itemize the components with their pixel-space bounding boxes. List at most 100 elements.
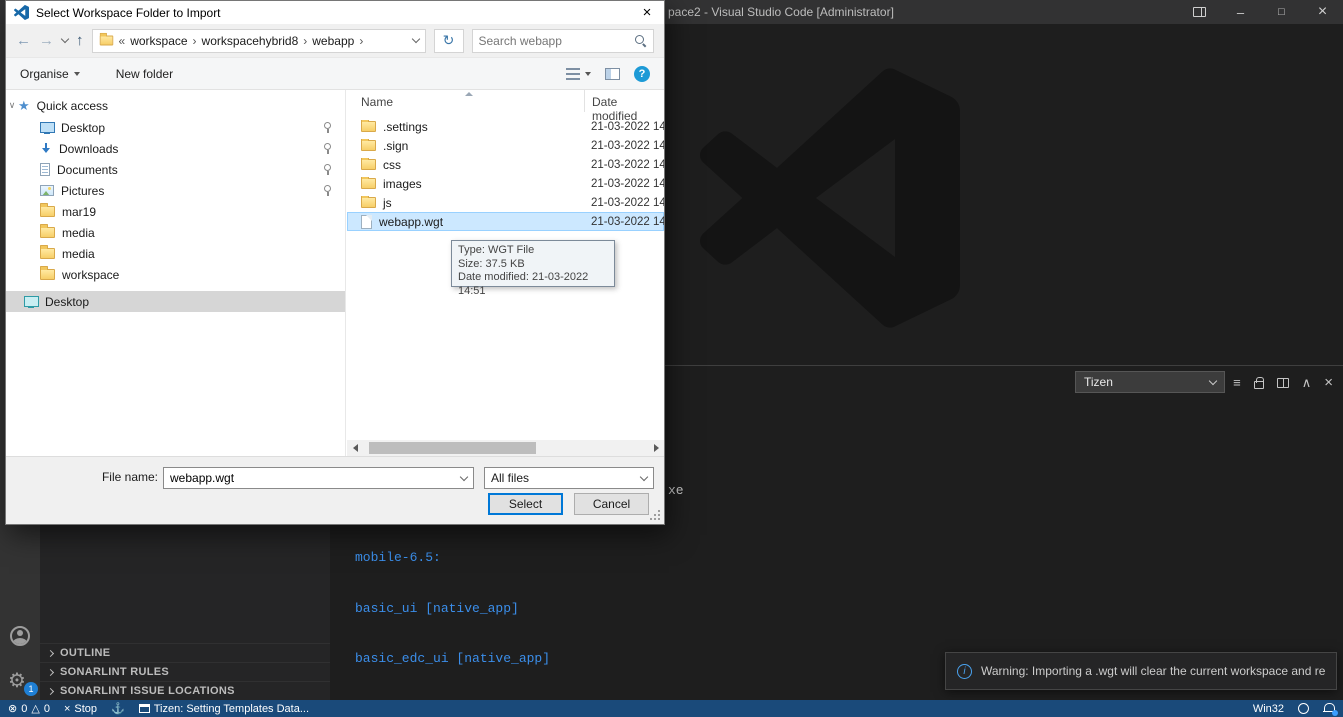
tree-item-workspace[interactable]: workspace [6,264,345,285]
tree-item-desktop-root[interactable]: Desktop [6,291,345,312]
tree-item-label: mar19 [62,205,96,219]
recent-locations-dropdown-icon[interactable] [61,35,69,43]
output-filter-icon[interactable]: ≡ [1233,375,1241,390]
back-button[interactable]: ← [16,33,31,48]
tree-item-media[interactable]: media [6,222,345,243]
notification-toast[interactable]: i Warning: Importing a .wgt will clear t… [945,652,1337,690]
file-date: 21-03-2022 14:51 [591,178,664,190]
breadcrumb-separator[interactable]: › [359,34,363,48]
tree-item-downloads[interactable]: Downloads [6,138,345,159]
maximize-button[interactable]: □ [1261,0,1302,24]
folder-icon [361,197,376,208]
breadcrumb-separator[interactable]: › [193,34,197,48]
platform-indicator[interactable]: Win32 [1253,703,1284,715]
select-button[interactable]: Select [488,493,563,515]
tree-item-desktop[interactable]: Desktop [6,117,345,138]
column-header-date-modified[interactable]: Date modified [584,90,664,112]
tree-item-quick-access[interactable]: ∨ ★ Quick access [6,95,345,116]
stop-button[interactable]: × Stop [64,703,97,715]
scrollbar-thumb[interactable] [369,442,536,454]
close-panel-icon[interactable]: × [1324,374,1333,391]
search-box[interactable] [472,29,655,53]
refresh-button[interactable]: ↻ [434,29,464,53]
warning-count: 0 [44,703,50,715]
customize-layout-icon[interactable] [1179,0,1220,24]
maximize-panel-icon[interactable]: ∧ [1302,375,1312,391]
status-bar-left: ⊗ 0 △ 0 × Stop ⚓ Tizen: Setting Template… [8,700,309,717]
breadcrumb-separator[interactable]: › [303,34,307,48]
file-row-css[interactable]: css 21-03-2022 14:51 [347,155,664,174]
problems-indicator[interactable]: ⊗ 0 △ 0 [8,702,50,715]
tree-item-pictures[interactable]: Pictures [6,180,345,201]
pin-icon[interactable] [322,121,333,134]
up-button[interactable]: ↑ [76,33,84,48]
file-name-dropdown-button[interactable] [455,468,473,488]
window-close-button[interactable]: × [1302,0,1343,24]
breadcrumb-workspace[interactable]: workspace [130,34,187,48]
address-dropdown-icon[interactable] [411,35,419,43]
forward-button[interactable]: → [39,33,54,48]
lock-icon[interactable] [1254,381,1264,389]
settings-button[interactable]: ⚙ 1 [8,668,34,694]
address-bar[interactable]: « workspace › workspacehybrid8 › webapp … [92,29,426,53]
terminal-line: mobile-6.5: [355,550,566,567]
help-icon[interactable]: ? [634,66,650,82]
search-input[interactable] [479,34,635,48]
file-name: .settings [383,120,428,134]
preview-pane-icon[interactable] [605,68,620,80]
section-sonarlint-rules[interactable]: SONARLINT RULES [40,662,330,681]
breadcrumb-webapp[interactable]: webapp [312,34,354,48]
search-icon [634,34,647,47]
breadcrumb-workspacehybrid8[interactable]: workspacehybrid8 [202,34,299,48]
output-channel-dropdown[interactable]: Tizen [1075,371,1225,393]
tree-item-documents[interactable]: Documents [6,159,345,180]
file-date: 21-03-2022 14:51 [591,197,664,209]
stop-icon: × [64,703,70,715]
feedback-item[interactable] [1298,703,1309,714]
file-row-js[interactable]: js 21-03-2022 14:51 [347,193,664,212]
screen: pace2 - Visual Studio Code [Administrato… [0,0,1343,717]
organise-button[interactable]: Organise [20,67,80,81]
vscode-logo-watermark [700,68,960,328]
anchor-status-item[interactable]: ⚓ [111,702,125,715]
tree-item-mar19[interactable]: mar19 [6,201,345,222]
horizontal-scrollbar[interactable] [347,440,664,456]
column-header-name[interactable]: Name [361,95,393,109]
scrollbar-track[interactable] [363,440,648,456]
dialog-navigation-bar: ← → ↑ « workspace › workspacehybrid8 › w… [6,24,664,57]
scroll-left-button[interactable] [347,440,363,456]
scroll-right-button[interactable] [648,440,664,456]
tree-expand-icon[interactable]: ∨ [6,100,18,111]
pin-icon[interactable] [322,163,333,176]
file-name-combobox[interactable] [163,467,474,489]
cancel-button[interactable]: Cancel [574,493,649,515]
file-row-webapp-wgt[interactable]: webapp.wgt 21-03-2022 14:51 [347,212,664,231]
section-sonarlint-issue-locations[interactable]: SONARLINT ISSUE LOCATIONS [40,681,330,700]
terminal-output: mobile-6.5: basic_ui [native_app] basic_… [355,517,566,717]
account-icon[interactable] [10,626,30,646]
resize-grip[interactable] [648,508,662,522]
tree-item-media-2[interactable]: media [6,243,345,264]
chevron-right-icon [47,687,54,694]
section-outline[interactable]: OUTLINE [40,643,330,662]
split-panel-icon[interactable] [1277,378,1289,388]
dialog-close-button[interactable]: × [630,1,664,24]
file-row-images[interactable]: images 21-03-2022 14:51 [347,174,664,193]
pin-icon[interactable] [322,142,333,155]
file-name-input[interactable] [164,471,455,485]
new-folder-button[interactable]: New folder [116,67,173,81]
file-name: css [383,158,401,172]
file-row-settings[interactable]: .settings 21-03-2022 14:51 [347,117,664,136]
status-bar-right: Win32 [1253,700,1335,717]
change-view-button[interactable] [566,68,591,80]
notifications-bell[interactable] [1323,703,1335,714]
tree-item-label: Desktop [61,121,105,135]
file-type-dropdown-button[interactable] [635,468,653,488]
tree-item-label: media [62,226,95,240]
breadcrumb-overflow[interactable]: « [119,34,126,48]
minimize-button[interactable]: – [1220,0,1261,24]
pin-icon[interactable] [322,184,333,197]
tizen-status-item[interactable]: Tizen: Setting Templates Data... [139,703,309,715]
file-row-sign[interactable]: .sign 21-03-2022 14:51 [347,136,664,155]
file-type-combobox[interactable]: All files [484,467,654,489]
